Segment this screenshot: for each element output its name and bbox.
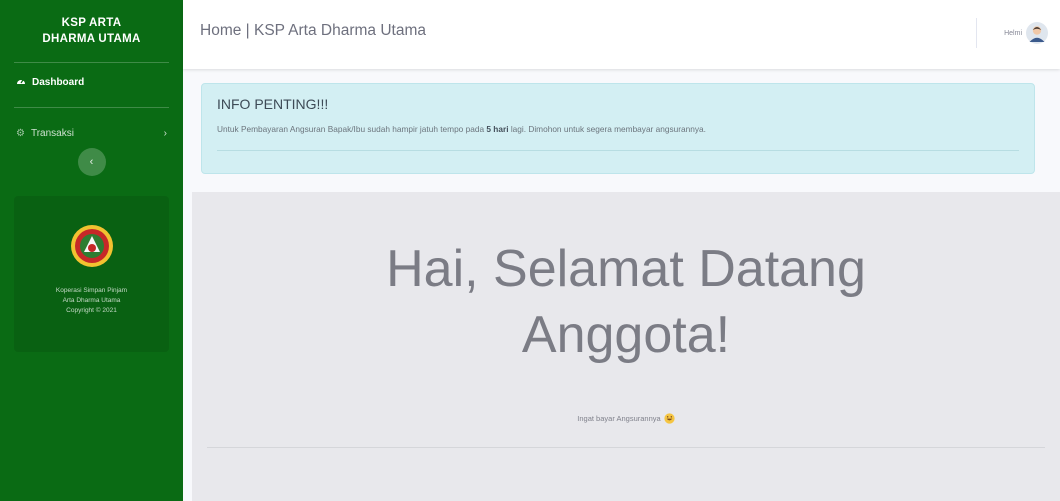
brand-line-1: KSP ARTA: [61, 17, 122, 29]
welcome-subtitle-text: Ingat bayar Angsurannya: [577, 414, 661, 423]
sidebar: KSP ARTA DHARMA UTAMA Dashboard ⚙ Transa…: [0, 0, 183, 501]
sidebar-card: Koperasi Simpan Pinjam Arta Dharma Utama…: [14, 196, 169, 352]
card-line-3: Copyright © 2021: [66, 307, 117, 314]
card-line-2: Arta Dharma Utama: [62, 297, 121, 304]
sidebar-item-label: Dashboard: [32, 76, 85, 88]
alert-text-before: Untuk Pembayaran Angsuran Bapak/Ibu suda…: [217, 124, 487, 134]
welcome-jumbotron: Hai, Selamat Datang Anggota! Ingat bayar…: [192, 192, 1060, 501]
welcome-title-line-1: Hai, Selamat Datang: [386, 240, 866, 298]
alert-message: Untuk Pembayaran Angsuran Bapak/Ibu suda…: [217, 124, 706, 134]
sidebar-brand[interactable]: KSP ARTA DHARMA UTAMA: [0, 0, 183, 62]
user-menu[interactable]: Helmi: [1004, 22, 1048, 44]
sidebar-item-label: Transaksi: [30, 127, 74, 139]
chevron-left-icon: ‹: [89, 156, 94, 168]
alert-text-bold: 5 hari: [486, 124, 509, 134]
grin-emoji-icon: [664, 413, 675, 424]
welcome-title: Hai, Selamat Datang Anggota!: [192, 236, 1060, 368]
info-alert: INFO PENTING!!! Untuk Pembayaran Angsura…: [201, 83, 1035, 174]
alert-text-after: lagi. Dimohon untuk segera membayar angs…: [508, 124, 706, 134]
welcome-title-line-2: Anggota!: [521, 306, 731, 364]
brand-line-2: DHARMA UTAMA: [42, 33, 141, 45]
tachometer-icon: [16, 76, 26, 89]
cog-icon: ⚙: [16, 127, 25, 139]
koperasi-logo: [70, 225, 113, 267]
sidebar-item-dashboard[interactable]: Dashboard: [0, 57, 183, 107]
alert-heading: INFO PENTING!!!: [217, 96, 329, 112]
card-line-1: Koperasi Simpan Pinjam: [55, 287, 128, 294]
alert-divider: [217, 150, 1019, 151]
topbar: Home | KSP Arta Dharma Utama Helmi: [183, 0, 1060, 69]
page-title: Home | KSP Arta Dharma Utama: [200, 22, 426, 39]
chevron-right-icon: ›: [163, 127, 167, 139]
jumbotron-divider: [207, 447, 1045, 448]
topbar-divider: [976, 18, 977, 48]
welcome-subtitle: Ingat bayar Angsurannya: [192, 413, 1060, 424]
avatar: [1026, 22, 1048, 44]
sidebar-toggle-button[interactable]: ‹: [77, 148, 106, 176]
user-name: Helmi: [1004, 29, 1022, 37]
